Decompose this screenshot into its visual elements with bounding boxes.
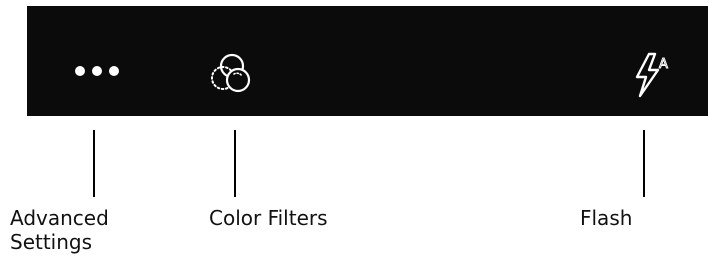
flash-label: Flash xyxy=(580,206,633,230)
flash-auto-badge: A xyxy=(659,57,668,72)
flash-auto-icon: A xyxy=(635,52,669,98)
advanced-settings-label-line2: Settings xyxy=(10,230,93,254)
advanced-settings-button[interactable] xyxy=(59,51,129,91)
camera-toolbar: A xyxy=(27,6,708,116)
color-filters-button[interactable] xyxy=(203,46,263,106)
advanced-settings-label: Advanced Settings xyxy=(10,206,109,254)
advanced-settings-label-line1: Advanced xyxy=(10,206,109,230)
flash-callout-line xyxy=(643,130,645,197)
flash-button[interactable]: A xyxy=(623,48,683,104)
color-filters-icon xyxy=(211,53,251,93)
advanced-settings-callout-line xyxy=(93,130,95,197)
color-filters-callout-line xyxy=(234,130,236,197)
color-filters-label: Color Filters xyxy=(209,206,328,230)
more-horizontal-icon xyxy=(75,66,119,76)
